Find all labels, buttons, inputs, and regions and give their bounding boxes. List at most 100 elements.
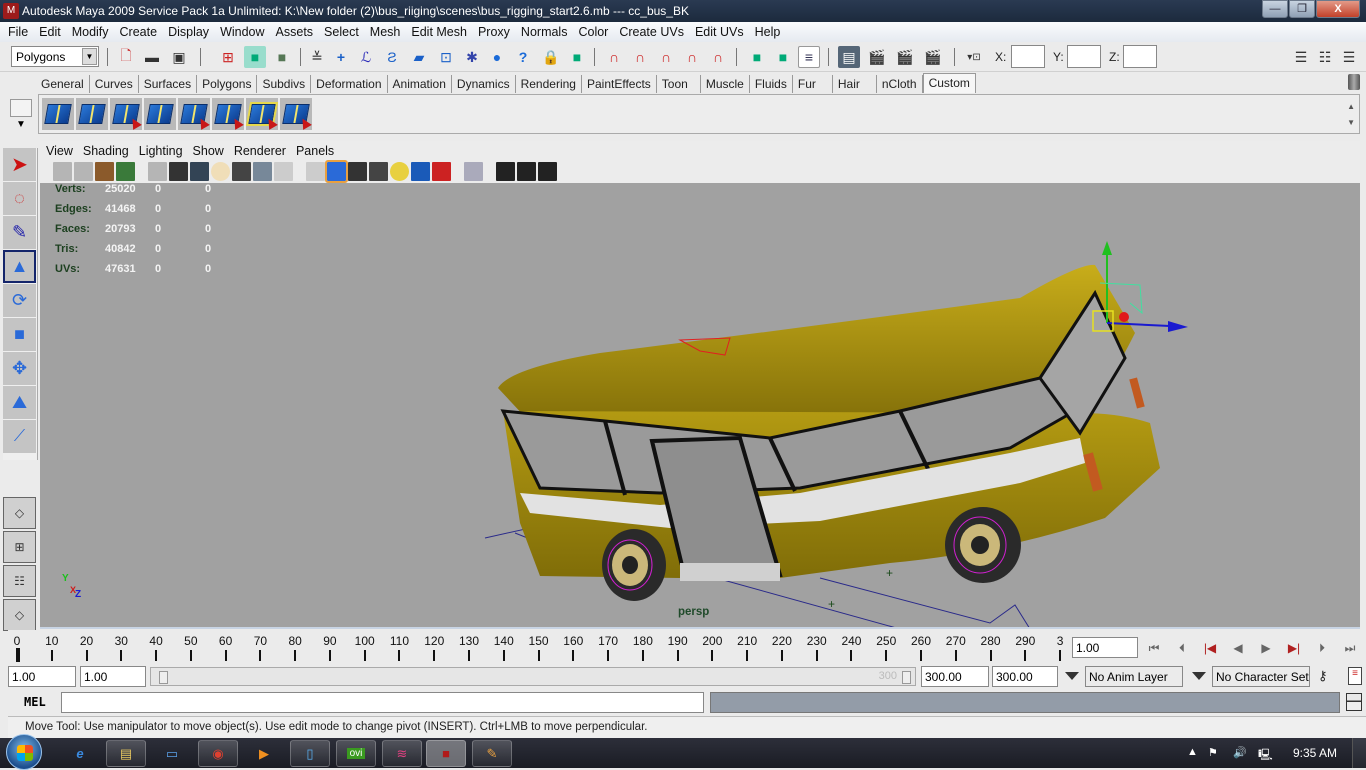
- mel-input[interactable]: [61, 692, 704, 713]
- ovi-icon[interactable]: ovi: [336, 740, 376, 767]
- x-field[interactable]: [1011, 45, 1045, 68]
- file-explorer-icon[interactable]: ▤: [106, 740, 146, 767]
- wireframe-icon[interactable]: [306, 162, 325, 181]
- shelf-tabs-toggle[interactable]: [10, 99, 32, 117]
- shelf-tab-surfaces[interactable]: Surfaces: [139, 75, 198, 93]
- auto-key-icon[interactable]: ⚷: [1318, 668, 1328, 684]
- shelf-menu-dropdown-icon[interactable]: ▼: [10, 119, 32, 133]
- shelf-tab-general[interactable]: General: [36, 75, 90, 93]
- menu-select[interactable]: Select: [319, 25, 365, 39]
- shelf-tab-subdivs[interactable]: Subdivs: [257, 75, 312, 93]
- xray-components-icon[interactable]: [538, 162, 557, 181]
- step-forward-frame-icon[interactable]: ⏵: [1311, 637, 1333, 659]
- lock-selection-icon[interactable]: 🔒: [540, 46, 562, 68]
- bridge-icon[interactable]: [76, 98, 108, 130]
- viewport-persp[interactable]: Verts: 25020 0 0 Edges: 41468 0 0 Faces:…: [40, 183, 1360, 629]
- shelf-scroll[interactable]: ▲ ▼: [1347, 99, 1355, 131]
- extrude-icon[interactable]: [42, 98, 74, 130]
- window-switcher-icon[interactable]: ▭: [152, 740, 192, 767]
- bookmarks-icon[interactable]: [95, 162, 114, 181]
- time-slider[interactable]: 0 10 20 30 40 50 60 70 80 90 100 110 120 130 140 150 160…: [8, 630, 1068, 664]
- four-view-layout[interactable]: ⊞: [3, 531, 36, 563]
- perspective-graph-layout[interactable]: ◇: [3, 599, 36, 631]
- snap-grid-icon[interactable]: +: [330, 46, 352, 68]
- highlight-selection-icon[interactable]: ■: [566, 46, 588, 68]
- action-center-icon[interactable]: ⚑: [1208, 746, 1218, 759]
- render-view-icon[interactable]: ▤: [838, 46, 860, 68]
- internet-explorer-icon[interactable]: e: [60, 740, 100, 767]
- menu-mesh[interactable]: Mesh: [365, 25, 407, 39]
- anim-layer-dropdown-icon[interactable]: [1065, 672, 1079, 680]
- menu-color[interactable]: Color: [573, 25, 614, 39]
- menu-modify[interactable]: Modify: [67, 25, 115, 39]
- render-current-icon[interactable]: 🎬: [866, 46, 888, 68]
- start-button[interactable]: [6, 734, 42, 770]
- character-set-dropdown-icon[interactable]: [1192, 672, 1206, 680]
- isolate-select-icon[interactable]: [464, 162, 483, 181]
- film-gate-icon[interactable]: [169, 162, 188, 181]
- show-desktop-button[interactable]: [1352, 738, 1366, 768]
- phone-icon[interactable]: ▯: [290, 740, 330, 767]
- panel-menu-panels[interactable]: Panels: [296, 144, 344, 158]
- shelf-tab-deformation[interactable]: Deformation: [311, 75, 388, 93]
- range-slider[interactable]: 300: [150, 667, 916, 686]
- camera-attributes-icon[interactable]: [74, 162, 93, 181]
- snap-point-icon[interactable]: Ƨ: [381, 46, 403, 68]
- select-camera-icon[interactable]: [53, 162, 72, 181]
- new-scene-icon[interactable]: 🗋: [115, 46, 137, 68]
- volume-icon[interactable]: 🔊: [1233, 746, 1247, 759]
- high-quality-icon[interactable]: [432, 162, 451, 181]
- menu-create-uvs[interactable]: Create UVs: [614, 25, 690, 39]
- attribute-editor-icon[interactable]: ☰: [1290, 46, 1312, 68]
- xray-joints-icon[interactable]: [517, 162, 536, 181]
- render-settings-icon[interactable]: 🎬: [922, 46, 944, 68]
- network-tray-icon[interactable]: 🖳: [1258, 746, 1273, 765]
- offset-edge-loop-icon[interactable]: [178, 98, 210, 130]
- menu-help[interactable]: Help: [750, 25, 787, 39]
- image-plane-icon[interactable]: [116, 162, 135, 181]
- playback-start-field[interactable]: 1.00: [80, 666, 146, 687]
- paint-icon[interactable]: ✎: [472, 740, 512, 767]
- animation-end-field[interactable]: 300.00: [992, 666, 1058, 687]
- snap-grid-magnet-icon[interactable]: ∩: [603, 46, 625, 68]
- shelf-tab-painteffects[interactable]: PaintEffects: [582, 75, 657, 93]
- character-set-field[interactable]: No Character Set: [1212, 666, 1310, 687]
- maximize-button[interactable]: ❐: [1289, 0, 1315, 18]
- tool-settings-icon[interactable]: ☷: [1314, 46, 1336, 68]
- paint-select-tool-icon[interactable]: ✎: [3, 216, 36, 249]
- input-mode-dropdown-icon[interactable]: ▾⊡: [963, 46, 985, 68]
- safe-title-icon[interactable]: [274, 162, 293, 181]
- field-chart-icon[interactable]: [232, 162, 251, 181]
- play-backwards-icon[interactable]: ◀: [1227, 637, 1249, 659]
- soft-modification-icon[interactable]: ⛰: [3, 386, 36, 419]
- shelf-tab-polygons[interactable]: Polygons: [197, 75, 258, 93]
- z-field[interactable]: [1123, 45, 1157, 68]
- shelf-tab-curves[interactable]: Curves: [90, 75, 139, 93]
- shelf-tab-animation[interactable]: Animation: [388, 75, 452, 93]
- menu-file[interactable]: File: [3, 25, 34, 39]
- menu-assets[interactable]: Assets: [271, 25, 320, 39]
- shelf-tab-ncloth[interactable]: nCloth: [877, 75, 923, 93]
- shelf-tab-toon[interactable]: Toon: [657, 75, 701, 93]
- menu-edit-uvs[interactable]: Edit UVs: [690, 25, 750, 39]
- animation-start-field[interactable]: 1.00: [8, 666, 76, 687]
- multi-cut-icon[interactable]: [212, 98, 244, 130]
- panel-menu-show[interactable]: Show: [193, 144, 234, 158]
- smooth-shade-icon[interactable]: [325, 160, 348, 183]
- minimize-button[interactable]: —: [1262, 0, 1288, 18]
- bus-model[interactable]: + +: [40, 183, 1360, 629]
- go-to-end-icon[interactable]: ⏭: [1339, 637, 1361, 659]
- select-hierarchy-icon[interactable]: ⊞: [217, 46, 239, 68]
- menu-display[interactable]: Display: [163, 25, 215, 39]
- panel-menu-renderer[interactable]: Renderer: [234, 144, 296, 158]
- universal-manipulator-icon[interactable]: ✥: [3, 352, 36, 385]
- xray-icon[interactable]: [496, 162, 515, 181]
- shadows-icon[interactable]: [411, 162, 430, 181]
- select-tool-icon[interactable]: ➤: [3, 148, 36, 181]
- menu-edit-mesh[interactable]: Edit Mesh: [406, 25, 473, 39]
- maya-icon[interactable]: ■: [426, 740, 466, 767]
- help-icon[interactable]: ?: [512, 46, 534, 68]
- split-polygon-icon[interactable]: [110, 98, 142, 130]
- make-live-icon[interactable]: ✱: [461, 46, 483, 68]
- input-ops-icon[interactable]: ■: [746, 46, 768, 68]
